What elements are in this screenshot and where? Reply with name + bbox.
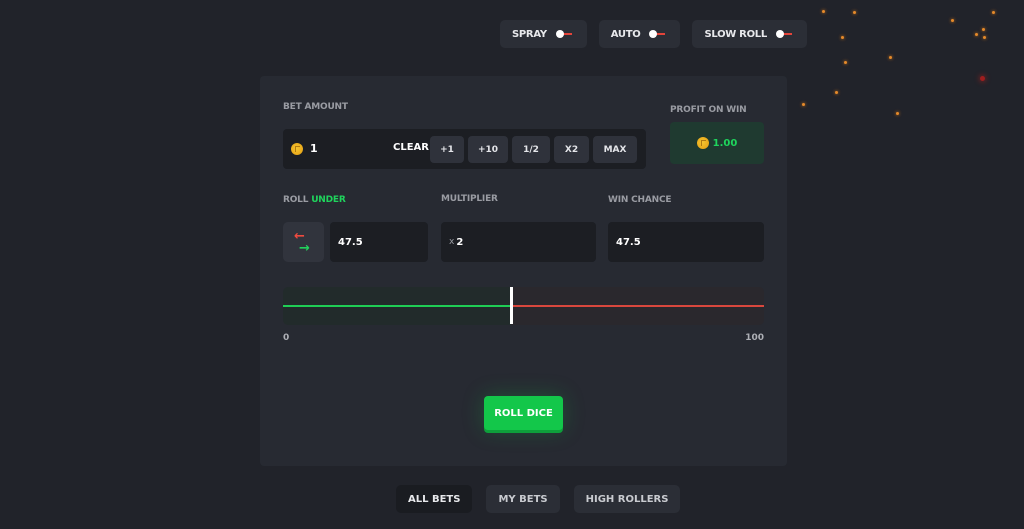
particle-effect [784, 0, 1024, 130]
game-options-bar: SPRAY AUTO SLOW ROLL [500, 20, 807, 48]
bets-tabs: ALL BETS MY BETS HIGH ROLLERS [396, 485, 681, 513]
quick-bet-buttons: +1 +10 1/2 X2 MAX [430, 136, 637, 163]
coin-icon [291, 143, 303, 155]
roll-dice-button[interactable]: ROLL DICE [484, 396, 563, 430]
max-button[interactable]: MAX [593, 136, 637, 163]
roll-mode: UNDER [311, 195, 346, 205]
win-chance-label: WIN CHANCE [608, 195, 672, 205]
spark [889, 56, 892, 59]
toggle-label: AUTO [610, 28, 641, 40]
spark [951, 19, 954, 22]
dice-game-panel: BET AMOUNT 1 CLEAR +1 +10 1/2 X2 MAX PRO… [260, 76, 787, 466]
spark [802, 103, 805, 106]
multiplier-label: MULTIPLIER [441, 194, 498, 204]
clear-button[interactable]: CLEAR [393, 142, 429, 153]
spark [835, 91, 838, 94]
toggle-label: SPRAY [512, 28, 547, 40]
profit-on-win-display: 1.00 [670, 122, 764, 164]
arrow-right-icon: → [299, 241, 310, 256]
toggle-switch-icon[interactable] [649, 30, 666, 38]
bet-amount-label: BET AMOUNT [283, 102, 348, 112]
spark [896, 112, 899, 115]
auto-toggle[interactable]: AUTO [598, 20, 681, 48]
toggle-switch-icon[interactable] [555, 30, 573, 38]
slider-max-label: 100 [745, 333, 764, 343]
lose-range-line [511, 305, 764, 307]
plus-ten-button[interactable]: +10 [468, 136, 508, 163]
profit-value: 1.00 [712, 137, 738, 149]
slow-roll-toggle[interactable]: SLOW ROLL [692, 20, 807, 48]
multiplier-prefix: x [449, 237, 455, 247]
spark [822, 10, 825, 13]
bet-amount-input[interactable]: 1 CLEAR +1 +10 1/2 X2 MAX [283, 129, 646, 169]
tab-my-bets[interactable]: MY BETS [486, 485, 560, 513]
multiplier-value: 2 [456, 236, 464, 248]
profit-on-win-label: PROFIT ON WIN [670, 105, 747, 115]
slider-min-label: 0 [283, 333, 290, 343]
tab-all-bets[interactable]: ALL BETS [396, 485, 473, 513]
roll-under-label: ROLL UNDER [283, 195, 346, 205]
toggle-switch-icon[interactable] [775, 30, 793, 38]
spark [983, 36, 986, 39]
slider-handle[interactable] [510, 287, 513, 324]
roll-slider[interactable] [283, 287, 764, 325]
spark [980, 76, 985, 81]
spark [982, 28, 985, 31]
win-range-line [283, 305, 511, 307]
swap-direction-button[interactable]: ← → [283, 222, 324, 262]
multiplier-input[interactable]: x 2 [441, 222, 596, 262]
spark [841, 36, 844, 39]
bet-amount-value[interactable]: 1 [310, 142, 318, 155]
spark [853, 11, 856, 14]
coin-icon [696, 137, 709, 149]
spray-toggle[interactable]: SPRAY [500, 20, 587, 48]
half-button[interactable]: 1/2 [512, 136, 550, 163]
roll-under-input[interactable]: 47.5 [330, 222, 428, 262]
spark [844, 61, 847, 64]
spark [992, 11, 995, 14]
plus-one-button[interactable]: +1 [430, 136, 464, 163]
toggle-label: SLOW ROLL [704, 28, 767, 40]
roll-label-prefix: ROLL [283, 195, 309, 205]
tab-high-rollers[interactable]: HIGH ROLLERS [573, 485, 681, 513]
double-button[interactable]: X2 [554, 136, 589, 163]
win-chance-input[interactable]: 47.5 [608, 222, 764, 262]
spark [975, 33, 978, 36]
